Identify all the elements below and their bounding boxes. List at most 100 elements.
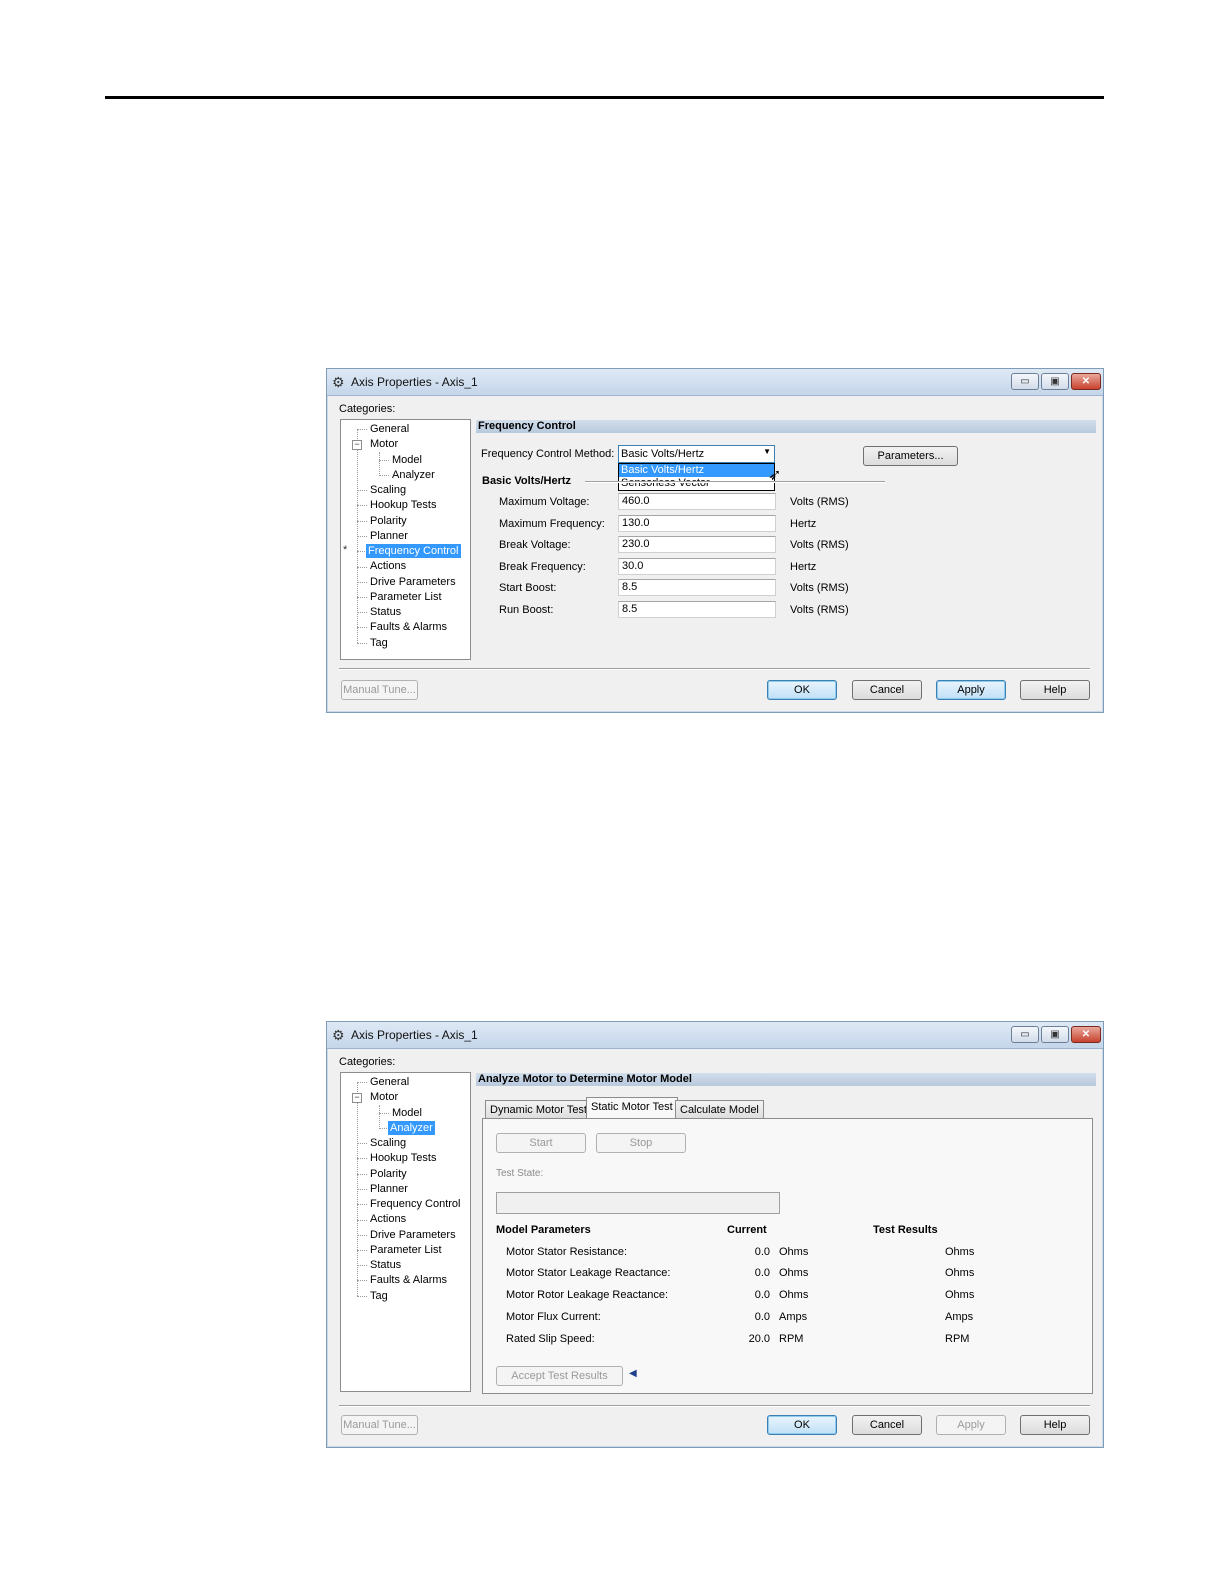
method-select[interactable]: Basic Volts/Hertz ▼: [618, 445, 775, 463]
tree-item-status[interactable]: Status: [368, 1258, 403, 1272]
stop-button[interactable]: Stop: [596, 1133, 686, 1153]
ok-button[interactable]: OK: [767, 680, 837, 700]
tab-dynamic-motor-test[interactable]: Dynamic Motor Test: [485, 1100, 592, 1118]
minimize-button[interactable]: ▭: [1011, 1026, 1039, 1043]
maximize-button[interactable]: ▣: [1041, 373, 1069, 390]
category-tree[interactable]: − General Motor Model Analyzer Scaling H…: [340, 419, 471, 660]
tree-item-frequency-control[interactable]: Frequency Control: [368, 1197, 463, 1211]
tree-item-actions[interactable]: Actions: [368, 1212, 408, 1226]
test-results-header: Test Results: [873, 1224, 938, 1236]
field-unit: Hertz: [790, 561, 817, 573]
param-label: Rated Slip Speed:: [506, 1333, 595, 1345]
tree-item-scaling[interactable]: Scaling: [368, 1136, 408, 1150]
start-button[interactable]: Start: [496, 1133, 586, 1153]
field-unit: Volts (RMS): [790, 496, 849, 508]
title-bar[interactable]: ⚙ Axis Properties - Axis_1 ▭ ▣ ✕: [327, 1022, 1103, 1049]
group-label: Basic Volts/Hertz: [482, 475, 572, 487]
tab-calculate-model[interactable]: Calculate Model: [675, 1100, 764, 1118]
close-button[interactable]: ✕: [1071, 373, 1101, 390]
field-label: Run Boost:: [499, 604, 554, 616]
result-unit: Amps: [945, 1311, 974, 1323]
result-unit: Ohms: [945, 1246, 975, 1258]
category-tree[interactable]: − General Motor Model Analyzer Scaling H…: [340, 1072, 471, 1392]
collapse-icon[interactable]: −: [352, 1093, 362, 1103]
tree-item-polarity[interactable]: Polarity: [368, 1167, 409, 1181]
field-unit: Volts (RMS): [790, 539, 849, 551]
tree-item-model[interactable]: Model: [390, 1106, 424, 1120]
manual-tune-button[interactable]: Manual Tune...: [341, 680, 418, 700]
param-unit: Amps: [779, 1311, 808, 1323]
help-button[interactable]: Help: [1020, 680, 1090, 700]
apply-button[interactable]: Apply: [936, 1415, 1006, 1435]
maximize-button[interactable]: ▣: [1041, 1026, 1069, 1043]
tree-item-tag[interactable]: Tag: [368, 1289, 390, 1303]
minimize-button[interactable]: ▭: [1011, 373, 1039, 390]
tree-item-motor[interactable]: Motor: [368, 437, 400, 451]
tree-item-faults-alarms[interactable]: Faults & Alarms: [368, 620, 449, 634]
page-top-rule: [105, 96, 1104, 99]
max-frequency-input[interactable]: 130.0: [618, 515, 776, 532]
run-boost-input[interactable]: 8.5: [618, 601, 776, 618]
param-unit: Ohms: [779, 1289, 809, 1301]
title-bar[interactable]: ⚙ Axis Properties - Axis_1 ▭ ▣ ✕: [327, 369, 1103, 396]
axis-properties-dialog-frequency: ⚙ Axis Properties - Axis_1 ▭ ▣ ✕ Categor…: [326, 368, 1104, 713]
param-current-value: 0.0: [754, 1311, 770, 1323]
footer-divider: [339, 1405, 1090, 1407]
tree-item-actions[interactable]: Actions: [368, 559, 408, 573]
accept-test-results-button[interactable]: Accept Test Results: [496, 1366, 623, 1386]
tree-item-tag[interactable]: Tag: [368, 636, 390, 650]
param-label: Motor Stator Leakage Reactance:: [506, 1267, 671, 1279]
param-unit: RPM: [779, 1333, 804, 1345]
option-sensorless-vector[interactable]: Sensorless Vector: [619, 477, 774, 490]
section-header: Frequency Control: [476, 420, 1096, 433]
tree-item-general[interactable]: General: [368, 422, 411, 436]
chevron-down-icon[interactable]: ▼: [763, 447, 771, 456]
method-value: Basic Volts/Hertz: [621, 448, 705, 460]
result-unit: Ohms: [945, 1289, 975, 1301]
footer-divider: [339, 668, 1090, 670]
tree-item-analyzer[interactable]: Analyzer: [390, 468, 437, 482]
parameters-button[interactable]: Parameters...: [863, 446, 958, 466]
tree-item-status[interactable]: Status: [368, 605, 403, 619]
break-voltage-input[interactable]: 230.0: [618, 536, 776, 553]
field-label: Break Frequency:: [499, 561, 586, 573]
option-basic-volts-hertz[interactable]: Basic Volts/Hertz: [619, 464, 774, 477]
max-voltage-input[interactable]: 460.0: [618, 493, 776, 510]
tree-item-planner[interactable]: Planner: [368, 1182, 410, 1196]
param-label: Motor Flux Current:: [506, 1311, 601, 1323]
tree-item-faults-alarms[interactable]: Faults & Alarms: [368, 1273, 449, 1287]
field-label: Start Boost:: [499, 582, 557, 594]
tree-item-model[interactable]: Model: [390, 453, 424, 467]
cancel-button[interactable]: Cancel: [852, 1415, 922, 1435]
window-title: Axis Properties - Axis_1: [351, 375, 478, 389]
tree-item-planner[interactable]: Planner: [368, 529, 410, 543]
break-frequency-input[interactable]: 30.0: [618, 558, 776, 575]
tab-static-motor-test[interactable]: Static Motor Test: [586, 1097, 678, 1118]
ok-button[interactable]: OK: [767, 1415, 837, 1435]
tree-item-hookup-tests[interactable]: Hookup Tests: [368, 1151, 438, 1165]
cancel-button[interactable]: Cancel: [852, 680, 922, 700]
manual-tune-button[interactable]: Manual Tune...: [341, 1415, 418, 1435]
tree-item-motor[interactable]: Motor: [368, 1090, 400, 1104]
param-current-value: 20.0: [748, 1333, 770, 1345]
field-label: Maximum Frequency:: [499, 518, 605, 530]
help-button[interactable]: Help: [1020, 1415, 1090, 1435]
tree-item-hookup-tests[interactable]: Hookup Tests: [368, 498, 438, 512]
tree-item-general[interactable]: General: [368, 1075, 411, 1089]
method-dropdown[interactable]: Basic Volts/Hertz Sensorless Vector: [618, 463, 775, 491]
tree-item-drive-parameters[interactable]: Drive Parameters: [368, 575, 458, 589]
tree-item-parameter-list[interactable]: Parameter List: [368, 1243, 444, 1257]
tree-item-drive-parameters[interactable]: Drive Parameters: [368, 1228, 458, 1242]
tree-item-parameter-list[interactable]: Parameter List: [368, 590, 444, 604]
tree-item-frequency-control[interactable]: Frequency Control: [366, 544, 461, 558]
param-current-value: 0.0: [754, 1267, 770, 1279]
tree-item-polarity[interactable]: Polarity: [368, 514, 409, 528]
tree-item-scaling[interactable]: Scaling: [368, 483, 408, 497]
gear-icon: ⚙: [332, 374, 345, 390]
apply-button[interactable]: Apply: [936, 680, 1006, 700]
group-divider: [585, 481, 885, 483]
close-button[interactable]: ✕: [1071, 1026, 1101, 1043]
tree-item-analyzer[interactable]: Analyzer: [388, 1121, 435, 1135]
start-boost-input[interactable]: 8.5: [618, 579, 776, 596]
collapse-icon[interactable]: −: [352, 440, 362, 450]
